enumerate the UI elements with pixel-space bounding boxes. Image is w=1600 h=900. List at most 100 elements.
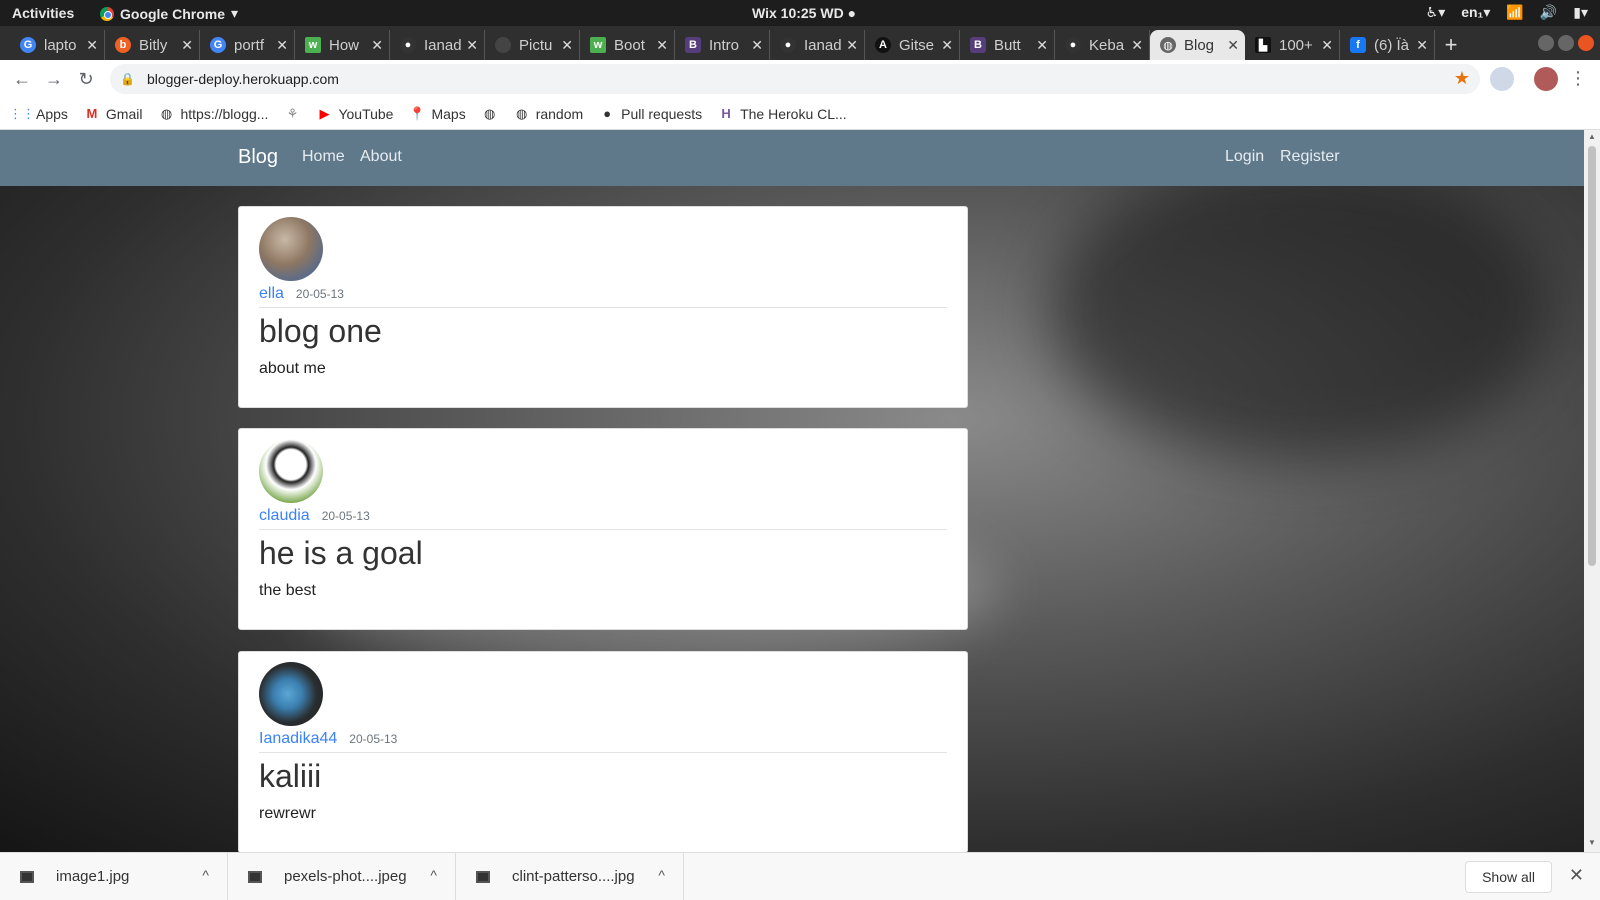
close-icon[interactable]: ✕ — [181, 37, 193, 54]
back-arrow-icon[interactable]: ← — [6, 69, 38, 90]
tab[interactable]: Glapto ✕ — [10, 30, 105, 60]
nav-login[interactable]: Login — [1225, 148, 1264, 166]
tab[interactable]: f (6) Ïà ✕ — [1340, 30, 1435, 60]
github-icon: ● — [400, 37, 416, 53]
post-title[interactable]: he is a goal — [259, 535, 423, 572]
nav-register[interactable]: Register — [1280, 148, 1340, 166]
scroll-down-icon[interactable]: ▼ — [1588, 838, 1596, 847]
close-icon[interactable]: ✕ — [751, 37, 763, 54]
post-title[interactable]: blog one — [259, 313, 382, 350]
close-icon[interactable]: ✕ — [656, 37, 668, 54]
site-brand[interactable]: Blog — [238, 146, 278, 169]
tab-active[interactable]: ◍ Blog ✕ — [1150, 30, 1245, 60]
download-item[interactable]: image1.jpg ^ — [0, 852, 228, 900]
bookmark-globe[interactable]: ◍ — [482, 106, 498, 122]
system-tray[interactable]: ♿▾ en₁▾ 📶 🔊 ▮▾ — [1426, 4, 1588, 21]
post-author-link[interactable]: Ianadika44 — [259, 730, 337, 748]
nav-home[interactable]: Home — [302, 148, 345, 166]
extension-icon[interactable] — [1490, 67, 1514, 91]
bookmark-pull-requests[interactable]: ● Pull requests — [599, 106, 702, 122]
bookmark-random[interactable]: ◍ random — [514, 106, 583, 122]
post-meta: Ianadika44 20-05-13 — [259, 730, 397, 748]
forward-arrow-icon[interactable]: → — [38, 69, 70, 90]
tab[interactable]: Pictu ✕ — [485, 30, 580, 60]
bookmark-star-icon[interactable]: ★ — [1454, 68, 1470, 89]
post-title[interactable]: kaliii — [259, 758, 321, 795]
download-item[interactable]: clint-patterso....jpg ^ — [456, 852, 684, 900]
tab[interactable]: w Boot ✕ — [580, 30, 675, 60]
tab[interactable]: w How ✕ — [295, 30, 390, 60]
chevron-down-icon: ▾ — [231, 5, 239, 21]
close-icon[interactable]: ✕ — [1227, 37, 1239, 54]
close-icon[interactable]: ✕ — [561, 37, 573, 54]
window-close-icon[interactable] — [1578, 35, 1594, 51]
close-icon[interactable]: ✕ — [1569, 865, 1584, 886]
clock[interactable]: Wix 10:25 WD ● — [752, 5, 856, 21]
minimize-icon[interactable] — [1538, 35, 1554, 51]
language-indicator[interactable]: en₁▾ — [1461, 4, 1490, 21]
activities-button[interactable]: Activities — [12, 5, 74, 21]
tab[interactable]: A Gitse ✕ — [865, 30, 960, 60]
tab[interactable]: ▙ 100+ ✕ — [1245, 30, 1340, 60]
close-icon[interactable]: ✕ — [1321, 37, 1333, 54]
close-icon[interactable]: ✕ — [1131, 37, 1143, 54]
tab[interactable]: ● Keba ✕ — [1055, 30, 1150, 60]
tab[interactable]: B Butt ✕ — [960, 30, 1055, 60]
close-icon[interactable]: ✕ — [1036, 37, 1048, 54]
reload-icon[interactable]: ↻ — [70, 69, 102, 90]
close-icon[interactable]: ✕ — [86, 37, 98, 54]
github-icon: ● — [780, 37, 796, 53]
divider — [259, 529, 947, 530]
address-bar[interactable]: 🔒 blogger-deploy.herokuapp.com ★ — [110, 64, 1480, 94]
show-all-button[interactable]: Show all — [1465, 861, 1552, 893]
chevron-up-icon[interactable]: ^ — [202, 867, 209, 883]
site-navbar: Blog Home About Login Register — [0, 130, 1584, 186]
close-icon[interactable]: ✕ — [1416, 37, 1428, 54]
bookmark-apps[interactable]: ⋮⋮ Apps — [9, 106, 68, 122]
bookmarks-bar: ⋮⋮ Apps M Gmail ◍ https://blogg... ⚘ ▶ YouTu… — [0, 98, 1600, 130]
tab[interactable]: ● Ianad ✕ — [390, 30, 485, 60]
unsplash-icon: ▙ — [1255, 37, 1271, 53]
lock-icon[interactable]: 🔒 — [120, 72, 135, 86]
gmail-icon: M — [86, 106, 98, 121]
scrollbar-thumb[interactable] — [1588, 146, 1596, 566]
download-item[interactable]: pexels-phot....jpeg ^ — [228, 852, 456, 900]
post-author-link[interactable]: ella — [259, 285, 284, 303]
bookmark-blogger[interactable]: ◍ https://blogg... — [158, 106, 269, 122]
nav-about[interactable]: About — [360, 148, 402, 166]
avatar — [259, 217, 323, 281]
battery-icon[interactable]: ▮▾ — [1573, 4, 1588, 21]
post-body: rewrewr — [259, 805, 316, 822]
wifi-icon[interactable]: 📶 — [1506, 4, 1523, 21]
close-icon[interactable]: ✕ — [941, 37, 953, 54]
bookmark-youtube[interactable]: ▶ YouTube — [316, 106, 393, 122]
chevron-up-icon[interactable]: ^ — [658, 867, 665, 883]
menu-kebab-icon[interactable]: ⋮ — [1562, 68, 1594, 89]
url-text[interactable]: blogger-deploy.herokuapp.com — [147, 71, 339, 87]
page-scrollbar[interactable]: ▲ ▼ — [1584, 130, 1600, 852]
post-author-link[interactable]: claudia — [259, 507, 310, 525]
volume-icon[interactable]: 🔊 — [1540, 4, 1557, 21]
tab[interactable]: Gportf ✕ — [200, 30, 295, 60]
bookmark-gmail[interactable]: M Gmail — [84, 106, 143, 122]
close-icon[interactable]: ✕ — [466, 37, 478, 54]
accessibility-icon[interactable]: ♿▾ — [1426, 4, 1446, 21]
close-icon[interactable]: ✕ — [846, 37, 858, 54]
bookmark-heroku[interactable]: H The Heroku CL... — [718, 106, 846, 122]
post-meta: ella 20-05-13 — [259, 285, 344, 303]
app-menu[interactable]: Google Chrome ▾ — [100, 5, 238, 22]
close-icon[interactable]: ✕ — [276, 37, 288, 54]
scroll-up-icon[interactable]: ▲ — [1588, 132, 1596, 141]
maximize-icon[interactable] — [1558, 35, 1574, 51]
bookmark-plant[interactable]: ⚘ — [284, 106, 300, 122]
tab[interactable]: b Bitly ✕ — [105, 30, 200, 60]
divider — [259, 307, 947, 308]
profile-avatar[interactable] — [1534, 67, 1558, 91]
tab[interactable]: B Intro ✕ — [675, 30, 770, 60]
chevron-up-icon[interactable]: ^ — [430, 867, 437, 883]
bookmark-maps[interactable]: 📍 Maps — [409, 106, 465, 122]
new-tab-button[interactable]: + — [1435, 30, 1467, 60]
tab[interactable]: ● Ianad ✕ — [770, 30, 865, 60]
close-icon[interactable]: ✕ — [371, 37, 383, 54]
image-file-icon — [248, 870, 262, 883]
